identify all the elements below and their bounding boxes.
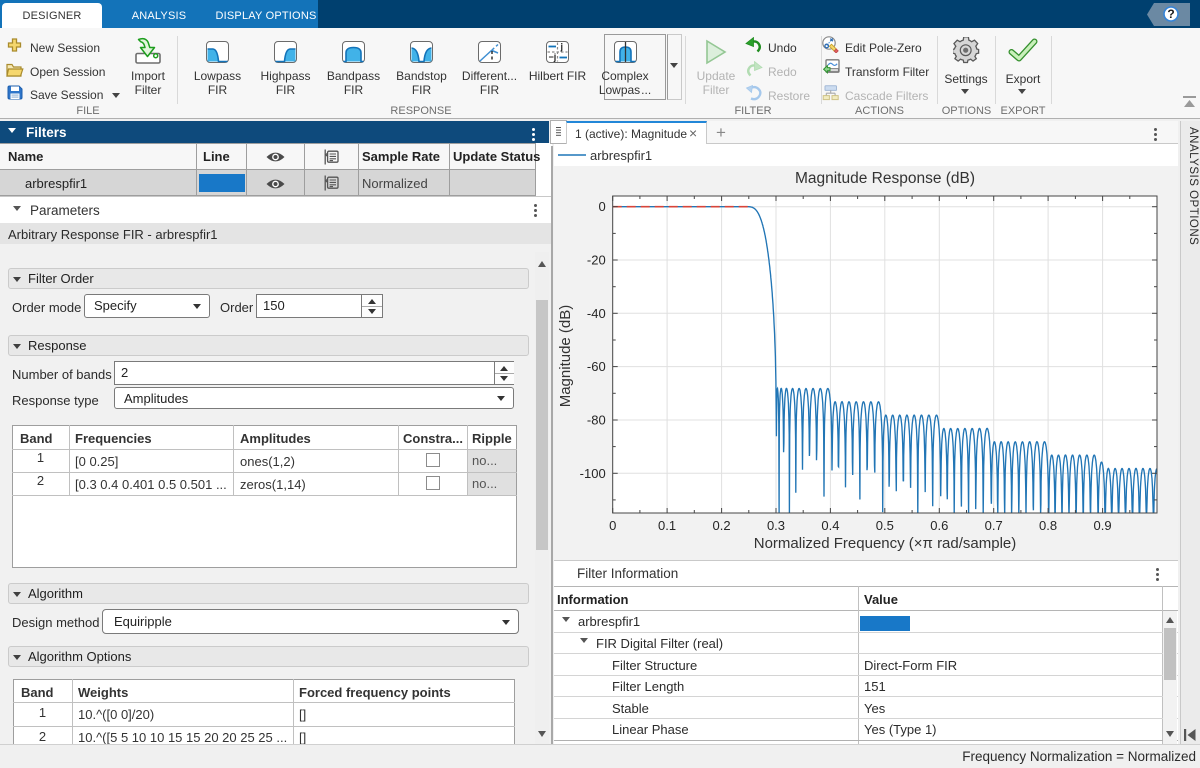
svg-text:-80: -80 [587, 413, 606, 428]
svg-text:Magnitude (dB): Magnitude (dB) [557, 305, 574, 408]
svg-text:j: j [560, 42, 564, 52]
svg-text:−j: −j [549, 52, 557, 62]
svg-text:0.7: 0.7 [985, 518, 1003, 533]
svg-text:Normalized Frequency (×π rad/s: Normalized Frequency (×π rad/sample) [754, 535, 1017, 552]
svg-text:0: 0 [598, 199, 605, 214]
svg-text:-100: -100 [580, 466, 606, 481]
svg-text:0.5: 0.5 [876, 518, 894, 533]
svg-text:-20: -20 [587, 253, 606, 268]
svg-text:-40: -40 [587, 306, 606, 321]
svg-text:0.1: 0.1 [658, 518, 676, 533]
svg-text:?: ? [1167, 7, 1174, 21]
svg-text:-60: -60 [587, 359, 606, 374]
svg-text:0.6: 0.6 [930, 518, 948, 533]
svg-text:0.4: 0.4 [821, 518, 839, 533]
svg-text:0.8: 0.8 [1039, 518, 1057, 533]
svg-text:0: 0 [609, 518, 616, 533]
svg-text:0.2: 0.2 [713, 518, 731, 533]
svg-text:0.3: 0.3 [767, 518, 785, 533]
svg-text:Magnitude Response (dB): Magnitude Response (dB) [795, 170, 975, 187]
svg-text:0.9: 0.9 [1094, 518, 1112, 533]
